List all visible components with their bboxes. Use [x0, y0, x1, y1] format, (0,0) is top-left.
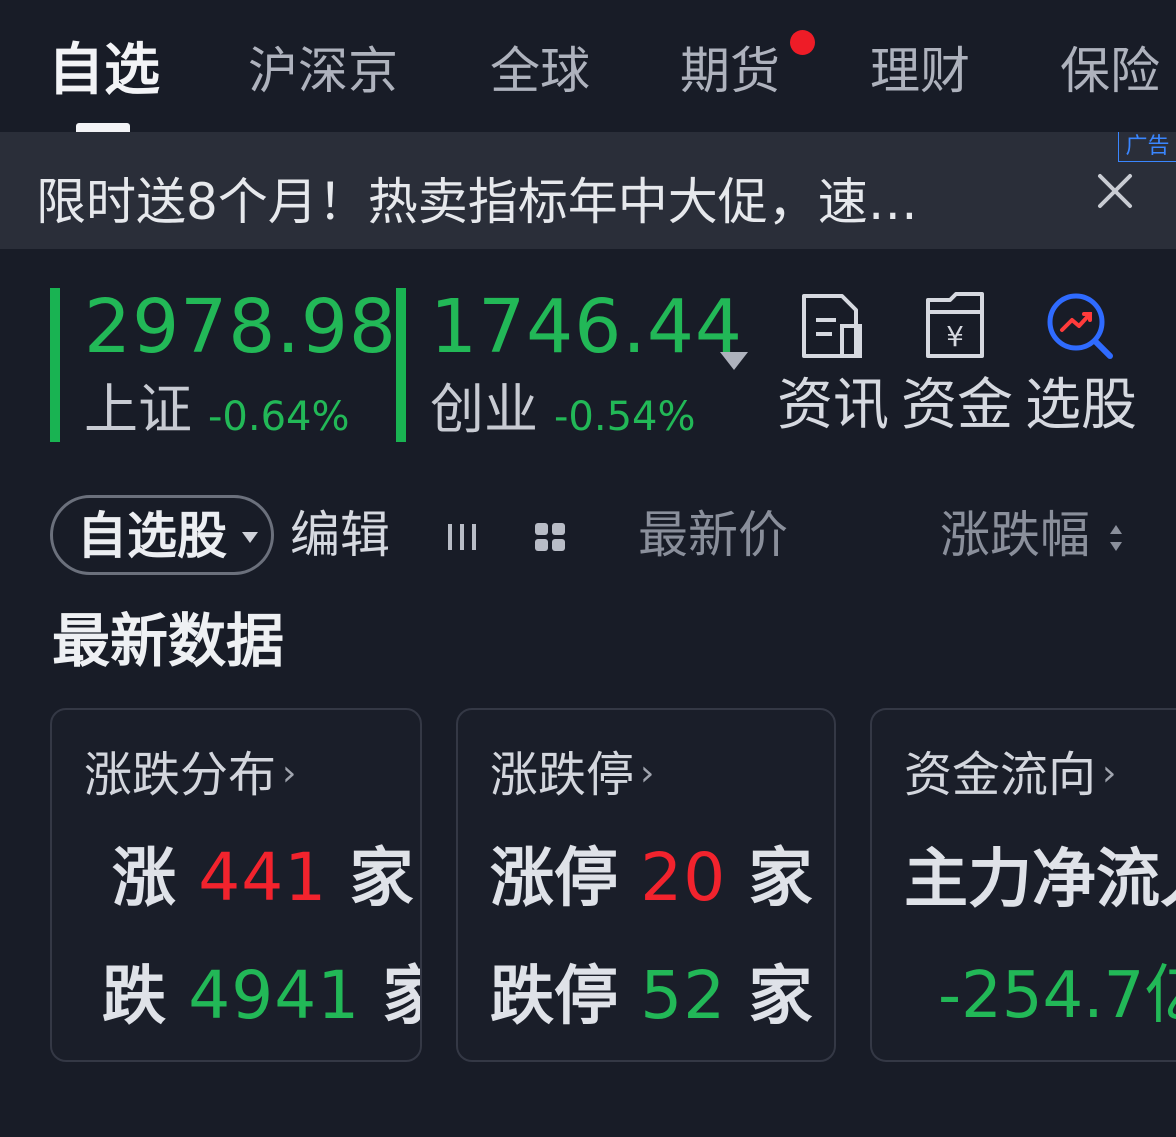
card-title[interactable]: 涨跌分布 › [84, 744, 296, 805]
svg-text:¥: ¥ [946, 320, 964, 353]
index-shanghai[interactable]: 2978.98 上证 -0.64% [50, 288, 396, 442]
card-title-text: 涨跌停 [490, 747, 635, 803]
watchlist-group-label: 自选股 [77, 507, 227, 565]
unit-label: 家 [383, 960, 420, 1034]
card-title[interactable]: 资金流向 › [904, 744, 1116, 805]
index-name: 上证 [84, 378, 192, 441]
unit-label: 家 [748, 960, 813, 1034]
news-document-icon [802, 294, 862, 358]
index-change: -0.64% [208, 394, 350, 440]
card-advance-decline[interactable]: 涨跌分布› 涨 441 家 跌 4941 家 [50, 708, 422, 1062]
column-change-pct[interactable]: 涨跌幅 [940, 505, 1090, 565]
chevron-right-icon: › [282, 753, 297, 794]
tab-insurance[interactable]: 保险 [1060, 36, 1160, 106]
card-title-text: 资金流向 [904, 747, 1097, 803]
rise-label: 涨 [112, 842, 176, 916]
rise-count-row: 涨 441 家 [112, 840, 414, 917]
futures-notification-dot [790, 30, 815, 55]
tab-watchlist[interactable]: 自选 [48, 36, 160, 106]
index-value: 2978.98 [84, 284, 398, 370]
tab-global[interactable]: 全球 [490, 36, 590, 106]
ad-text[interactable]: 限时送8个月！热卖指标年中大促，速… [36, 162, 1026, 234]
index-trend-bar [50, 288, 60, 442]
sort-icon[interactable] [1108, 522, 1124, 554]
index-change: -0.54% [554, 394, 696, 440]
quick-link-label: 选股 [1025, 373, 1137, 438]
limit-down-row: 跌停 52 家 [490, 958, 813, 1035]
card-limit-up-down[interactable]: 涨跌停 › 涨停 20 家 跌停 52 家 [456, 708, 836, 1062]
ad-banner[interactable]: 限时送8个月！热卖指标年中大促，速… 广告 [0, 132, 1176, 249]
tab-wealth-management[interactable]: 理财 [870, 36, 970, 106]
yuan-folder-icon: ¥ [926, 292, 984, 358]
card-capital-flow[interactable]: 资金流向› 主力净流入 -254.7亿 [870, 708, 1176, 1062]
quick-link-news[interactable]: 资讯 [772, 290, 894, 440]
tab-futures[interactable]: 期货 [680, 36, 780, 106]
limit-down-count: 52 [640, 957, 727, 1034]
fall-count-row: 跌 4941 家 [102, 957, 420, 1035]
quick-link-label: 资讯 [777, 373, 889, 438]
quick-link-funds[interactable]: ¥ 资金 [896, 290, 1018, 440]
limit-up-count: 20 [640, 839, 727, 916]
chevron-down-icon [242, 532, 258, 543]
list-view-icon[interactable] [444, 520, 480, 554]
main-net-inflow-value: -254.7亿 [938, 959, 1176, 1033]
limit-down-label: 跌停 [490, 960, 618, 1034]
active-tab-indicator [76, 123, 130, 132]
rise-count: 441 [198, 839, 328, 916]
quick-link-label: 资金 [901, 373, 1013, 438]
close-icon[interactable] [1092, 168, 1138, 214]
main-net-inflow-label: 主力净流入 [904, 843, 1176, 917]
card-title-text: 涨跌分布 [84, 747, 277, 803]
top-tab-bar: 自选 沪深京 全球 期货 理财 保险 [0, 0, 1176, 132]
index-chinext[interactable]: 1746.44 创业 -0.54% [396, 288, 742, 442]
index-value: 1746.44 [430, 284, 744, 370]
index-name: 创业 [430, 378, 538, 441]
unit-label: 家 [748, 842, 813, 916]
column-latest-price[interactable]: 最新价 [638, 505, 788, 565]
section-title-latest-data: 最新数据 [52, 607, 285, 675]
index-trend-bar [396, 288, 406, 442]
grid-view-icon[interactable] [532, 520, 568, 554]
unit-label: 家 [349, 842, 414, 916]
limit-up-row: 涨停 20 家 [490, 840, 813, 917]
tab-shanghai-shenzhen-beijing[interactable]: 沪深京 [248, 36, 398, 106]
ad-tag: 广告 [1118, 132, 1176, 162]
index-dropdown-arrow[interactable] [720, 352, 748, 370]
limit-up-label: 涨停 [490, 842, 618, 916]
watchlist-group-select[interactable]: 自选股 [50, 495, 274, 575]
trend-magnifier-icon [1047, 293, 1113, 359]
chevron-right-icon: › [640, 753, 655, 794]
card-title[interactable]: 涨跌停 › [490, 744, 654, 805]
quick-link-stock-picker[interactable]: 选股 [1020, 290, 1142, 440]
edit-button[interactable]: 编辑 [290, 505, 390, 565]
fall-label: 跌 [102, 960, 166, 1034]
fall-count: 4941 [188, 957, 361, 1034]
chevron-right-icon: › [1102, 753, 1117, 794]
